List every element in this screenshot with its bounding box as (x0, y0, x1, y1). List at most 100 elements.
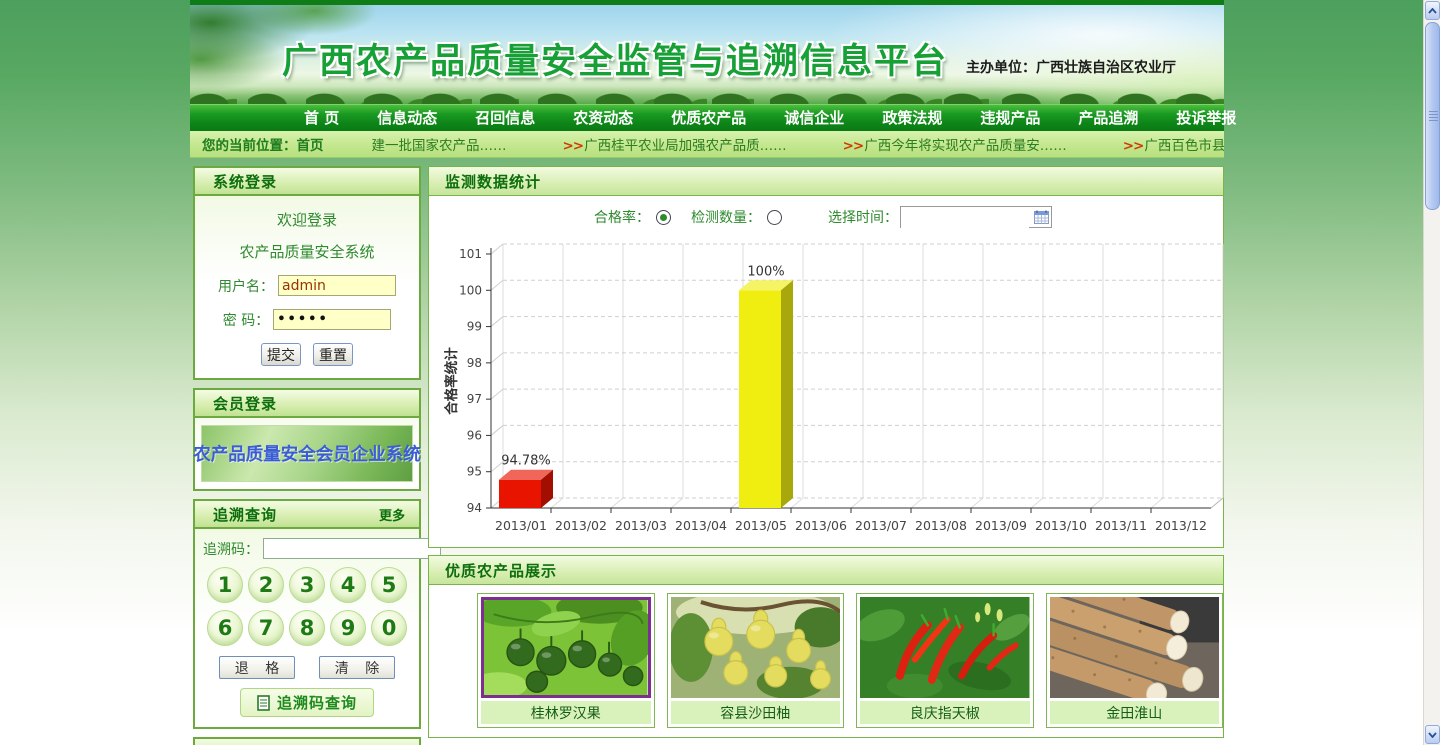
date-input[interactable] (901, 209, 1029, 229)
page-wrapper: 广西农产品质量安全监管与追溯信息平台 主办单位：广西壮族自治区农业厅 首 页信息… (190, 0, 1224, 745)
honest-enterprise-title: 诚信企业 (213, 742, 277, 745)
main-column: 监测数据统计 合格率： 检测数量： 选择时间： (428, 166, 1224, 745)
numpad-button-5[interactable]: 5 (371, 567, 407, 603)
product-card-1[interactable]: 容县沙田柚 (667, 593, 845, 728)
svg-text:2013/10: 2013/10 (1035, 518, 1087, 533)
svg-text:2013/07: 2013/07 (855, 518, 907, 533)
nav-item-5[interactable]: 诚信企业 (770, 105, 858, 132)
product-card-3[interactable]: 金田淮山 (1046, 593, 1224, 728)
product-label: 桂林罗汉果 (481, 701, 651, 724)
monitor-panel: 监测数据统计 合格率： 检测数量： 选择时间： (428, 166, 1224, 548)
pass-rate-radio[interactable] (656, 210, 671, 225)
welcome-text: 欢迎登录 (195, 209, 419, 230)
numpad-button-4[interactable]: 4 (330, 567, 366, 603)
svg-text:2013/01: 2013/01 (495, 518, 547, 533)
svg-text:2013/04: 2013/04 (675, 518, 727, 533)
products-panel-header: 优质农产品展示 (429, 556, 1223, 585)
sidebar: 系统登录 欢迎登录 农产品质量安全系统 用户名： 密 码： 提交 重置 (193, 166, 421, 745)
product-card-2[interactable]: 良庆指天椒 (856, 593, 1034, 728)
ticker-items: 建一批国家农产品…… >>广西桂平农业局加强农产品质…… >>广西今年将实现农产品质… (372, 134, 1225, 154)
products-panel: 优质农产品展示 桂林罗汉果容县沙田柚良庆指天椒金田淮山 (428, 555, 1224, 738)
member-system-banner[interactable]: 农产品质量安全会员企业系统 (201, 425, 413, 482)
ticker-item-2[interactable]: >>广西今年将实现农产品质量安…… (843, 138, 1067, 154)
chevron-down-icon (1428, 732, 1437, 738)
product-label: 良庆指天椒 (860, 701, 1030, 724)
nav-item-1[interactable]: 信息动态 (363, 105, 451, 132)
clear-button[interactable]: 清 除 (319, 656, 395, 679)
numpad-button-0[interactable]: 0 (371, 610, 407, 646)
products-row: 桂林罗汉果容县沙田柚良庆指天椒金田淮山 (429, 585, 1223, 737)
nav-item-3[interactable]: 农资动态 (559, 105, 647, 132)
numpad-button-7[interactable]: 7 (248, 610, 284, 646)
scrollbar-thumb[interactable] (1425, 22, 1440, 210)
svg-text:2013/11: 2013/11 (1095, 518, 1147, 533)
pass-rate-radio-label: 合格率： (594, 207, 650, 227)
numpad-button-1[interactable]: 1 (207, 567, 243, 603)
username-input[interactable] (278, 275, 396, 296)
nav-item-6[interactable]: 政策法规 (868, 105, 956, 132)
trace-code-input[interactable] (263, 538, 441, 559)
yam-image (1050, 597, 1220, 698)
luohanguo-image (481, 597, 651, 698)
site-header-banner: 广西农产品质量安全监管与追溯信息平台 主办单位：广西壮族自治区农业厅 (190, 0, 1224, 104)
trace-query-button[interactable]: 追溯码查询 (240, 688, 374, 717)
password-input[interactable] (273, 309, 391, 330)
numpad-button-6[interactable]: 6 (207, 610, 243, 646)
chevron-up-icon (1428, 8, 1437, 14)
pomelo-image (671, 597, 841, 698)
nav-item-9[interactable]: 投诉举报 (1162, 105, 1250, 132)
ticker-item-1[interactable]: >>广西桂平农业局加强农产品质…… (563, 138, 787, 154)
username-label: 用户名： (218, 276, 274, 296)
scrollbar-up-button[interactable] (1425, 1, 1440, 20)
svg-text:94: 94 (467, 501, 482, 515)
date-picker (900, 206, 1052, 228)
numpad-button-9[interactable]: 9 (330, 610, 366, 646)
trace-query-box: 追溯查询 更多 追溯码： 1234567890 退 格 清 除 (193, 499, 421, 729)
password-label: 密 码： (223, 310, 269, 330)
chart-controls: 合格率： 检测数量： 选择时间： (429, 205, 1223, 229)
svg-text:97: 97 (467, 392, 482, 406)
trace-more-link[interactable]: 更多 (379, 505, 405, 524)
news-ticker-bar: 您的当前位置：首页 建一批国家农产品…… >>广西桂平农业局加强农产品质…… >>广… (190, 131, 1224, 158)
system-name-text: 农产品质量安全系统 (195, 241, 419, 262)
numpad: 12345 67890 (195, 559, 419, 653)
submit-button[interactable]: 提交 (261, 343, 301, 366)
svg-text:2013/03: 2013/03 (615, 518, 667, 533)
site-sponsor: 主办单位：广西壮族自治区农业厅 (966, 57, 1176, 77)
reset-button[interactable]: 重置 (313, 343, 353, 366)
test-count-radio[interactable] (767, 210, 782, 225)
numpad-button-3[interactable]: 3 (289, 567, 325, 603)
numpad-button-2[interactable]: 2 (248, 567, 284, 603)
products-panel-title: 优质农产品展示 (445, 560, 557, 581)
svg-text:2013/05: 2013/05 (735, 518, 787, 533)
ticker-arrow-icon: >> (1123, 138, 1144, 154)
main-nav: 首 页信息动态召回信息农资动态优质农产品诚信企业政策法规违规产品产品追溯投诉举报 (190, 104, 1224, 131)
nav-item-4[interactable]: 优质农产品 (657, 105, 760, 132)
vertical-scrollbar[interactable] (1423, 0, 1440, 745)
numpad-button-8[interactable]: 8 (289, 610, 325, 646)
nav-item-8[interactable]: 产品追溯 (1064, 105, 1152, 132)
ticker-item-3[interactable]: >>广西百色市县两级联合执法检…… (1123, 138, 1224, 154)
nav-item-7[interactable]: 违规产品 (966, 105, 1054, 132)
scrollbar-grip (1429, 111, 1438, 123)
nav-item-2[interactable]: 召回信息 (461, 105, 549, 132)
scrollbar-down-button[interactable] (1425, 725, 1440, 744)
ticker-arrow-icon: >> (563, 138, 584, 154)
svg-text:合格率统计: 合格率统计 (443, 347, 460, 415)
svg-text:94.78%: 94.78% (501, 454, 551, 469)
ticker-item-0[interactable]: 建一批国家农产品…… (372, 138, 507, 154)
bar-chart: 9495969798991001012013/012013/022013/032… (441, 235, 1223, 545)
monitor-panel-title: 监测数据统计 (445, 171, 541, 192)
breadcrumb: 您的当前位置：首页 (202, 134, 324, 154)
backspace-button[interactable]: 退 格 (219, 656, 295, 679)
nav-item-0[interactable]: 首 页 (290, 105, 353, 132)
svg-text:2013/08: 2013/08 (915, 518, 967, 533)
product-card-0[interactable]: 桂林罗汉果 (477, 593, 655, 728)
calendar-icon[interactable] (1034, 210, 1049, 224)
svg-text:2013/02: 2013/02 (555, 518, 607, 533)
svg-text:99: 99 (467, 320, 482, 334)
system-login-title: 系统登录 (213, 171, 277, 192)
trace-query-button-label: 追溯码查询 (277, 692, 357, 713)
svg-text:100%: 100% (747, 264, 784, 279)
content-area: 系统登录 欢迎登录 农产品质量安全系统 用户名： 密 码： 提交 重置 (190, 158, 1224, 745)
